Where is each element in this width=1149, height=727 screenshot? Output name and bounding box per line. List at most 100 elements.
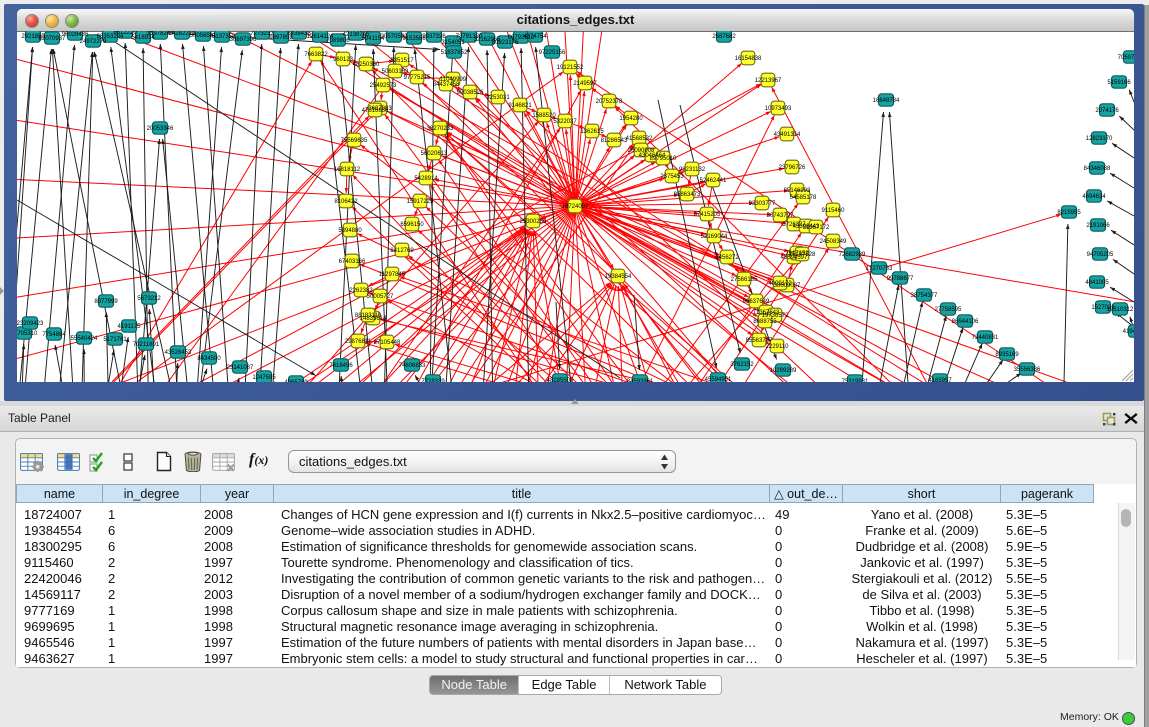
svg-text:11297845: 11297845 <box>379 272 406 278</box>
svg-text:56020613: 56020613 <box>421 151 448 157</box>
svg-text:3253031: 3253031 <box>486 95 510 101</box>
svg-text:3154051: 3154051 <box>441 40 465 46</box>
svg-text:97705310: 97705310 <box>17 331 38 337</box>
svg-text:31367172: 31367172 <box>803 225 830 231</box>
svg-text:19121552: 19121552 <box>557 65 584 71</box>
svg-text:81286543: 81286543 <box>601 138 628 144</box>
svg-text:5159166: 5159166 <box>1107 80 1131 86</box>
svg-text:48250360: 48250360 <box>353 62 380 68</box>
svg-text:5322037: 5322037 <box>553 119 577 125</box>
svg-text:1954280: 1954280 <box>619 116 643 122</box>
svg-text:72682989: 72682989 <box>839 252 866 258</box>
svg-text:75319931: 75319931 <box>842 379 869 382</box>
svg-text:35556386: 35556386 <box>1014 367 1041 373</box>
svg-text:43528453: 43528453 <box>165 350 192 356</box>
svg-text:70597444: 70597444 <box>1118 55 1134 61</box>
svg-text:55540424: 55540424 <box>71 336 98 342</box>
svg-text:24508349: 24508349 <box>820 239 847 245</box>
svg-text:12213967: 12213967 <box>755 78 782 84</box>
svg-text:73440831: 73440831 <box>972 335 999 341</box>
svg-text:84437458: 84437458 <box>433 82 460 88</box>
svg-text:20752378: 20752378 <box>596 99 623 105</box>
svg-text:88183110: 88183110 <box>355 313 382 319</box>
svg-text:74606833: 74606833 <box>399 363 426 369</box>
svg-text:20053346: 20053346 <box>147 126 174 132</box>
svg-text:84593961: 84593961 <box>627 379 654 382</box>
svg-text:7754864: 7754864 <box>42 332 66 338</box>
svg-text:2191066: 2191066 <box>1086 223 1110 229</box>
svg-text:5673212: 5673212 <box>137 296 161 302</box>
svg-text:4965789: 4965789 <box>284 380 308 382</box>
svg-text:54585178: 54585178 <box>790 195 817 201</box>
svg-text:85863473: 85863473 <box>674 192 701 198</box>
svg-text:85146293: 85146293 <box>784 188 811 194</box>
svg-text:41568532: 41568532 <box>626 136 653 142</box>
svg-text:4694634: 4694634 <box>1082 194 1106 200</box>
svg-text:1247595: 1247595 <box>252 375 276 381</box>
svg-text:2375453: 2375453 <box>660 174 684 180</box>
svg-text:99788677: 99788677 <box>887 276 914 282</box>
svg-text:98231132: 98231132 <box>679 167 706 173</box>
svg-text:8077999: 8077999 <box>94 299 118 305</box>
svg-text:37415205: 37415205 <box>694 212 721 218</box>
svg-text:96637649: 96637649 <box>743 299 770 305</box>
svg-text:27105448: 27105448 <box>374 340 401 346</box>
svg-text:18724007: 18724007 <box>562 204 589 210</box>
svg-text:17270733: 17270733 <box>866 266 893 272</box>
svg-text:7818496: 7818496 <box>329 363 353 369</box>
svg-text:27566185: 27566185 <box>731 277 758 283</box>
svg-text:19384554: 19384554 <box>605 274 632 280</box>
svg-text:6596150: 6596150 <box>400 222 424 228</box>
svg-text:70211891: 70211891 <box>133 342 160 348</box>
svg-text:47816686: 47816686 <box>362 108 389 114</box>
svg-text:4009172: 4009172 <box>768 281 792 287</box>
svg-text:9115460: 9115460 <box>822 208 846 214</box>
svg-text:4374754: 4374754 <box>523 34 547 40</box>
svg-text:5428914: 5428914 <box>414 176 438 182</box>
svg-text:52462441: 52462441 <box>700 178 727 184</box>
svg-text:19510312: 19510312 <box>1107 307 1134 313</box>
svg-text:5456272: 5456272 <box>715 255 739 261</box>
svg-text:51837852: 51837852 <box>441 50 468 56</box>
svg-text:93303777: 93303777 <box>749 201 776 207</box>
svg-text:2229110: 2229110 <box>766 344 790 350</box>
svg-text:45594951: 45594951 <box>705 377 732 382</box>
svg-text:7728339: 7728339 <box>421 379 445 382</box>
svg-text:43491314: 43491314 <box>774 132 801 138</box>
svg-text:2687682: 2687682 <box>712 34 736 40</box>
svg-text:16648784: 16648784 <box>873 98 900 104</box>
svg-text:97775215: 97775215 <box>404 75 431 81</box>
svg-text:67403166: 67403166 <box>339 259 366 265</box>
svg-text:16154838: 16154838 <box>735 56 762 62</box>
svg-text:4841005: 4841005 <box>1085 280 1109 286</box>
svg-text:36697396: 36697396 <box>230 37 257 43</box>
svg-text:8688755: 8688755 <box>753 319 777 325</box>
svg-text:94705205: 94705205 <box>1087 252 1114 258</box>
svg-text:8106422: 8106422 <box>334 199 358 205</box>
svg-text:84346088: 84346088 <box>1084 166 1111 172</box>
svg-text:86644106: 86644106 <box>952 319 979 325</box>
svg-text:5394880: 5394880 <box>338 228 362 234</box>
svg-text:4191175: 4191175 <box>118 324 142 330</box>
svg-text:27758595: 27758595 <box>935 307 962 313</box>
svg-text:2149597: 2149597 <box>573 81 597 87</box>
svg-text:38270233: 38270233 <box>427 126 454 132</box>
svg-text:30005727: 30005727 <box>367 294 394 300</box>
svg-text:25300285: 25300285 <box>520 219 547 225</box>
svg-text:3762152: 3762152 <box>730 362 754 368</box>
svg-text:15917225: 15917225 <box>407 199 434 205</box>
svg-text:5171761: 5171761 <box>103 337 127 343</box>
svg-text:4185957: 4185957 <box>928 378 952 382</box>
svg-text:30743797: 30743797 <box>767 213 794 219</box>
svg-text:15197528: 15197528 <box>789 252 816 258</box>
svg-text:8215955: 8215955 <box>1057 210 1081 216</box>
svg-text:38754377: 38754377 <box>911 293 938 299</box>
svg-text:41944441: 41944441 <box>1123 329 1134 335</box>
svg-text:25492573: 25492573 <box>370 83 397 89</box>
svg-text:8351517: 8351517 <box>390 58 414 64</box>
svg-text:10289289: 10289289 <box>770 368 797 374</box>
svg-text:7089806: 7089806 <box>326 38 350 44</box>
svg-text:23796726: 23796726 <box>779 165 806 171</box>
svg-text:12823170: 12823170 <box>1086 136 1113 142</box>
svg-text:960123: 960123 <box>333 57 354 63</box>
